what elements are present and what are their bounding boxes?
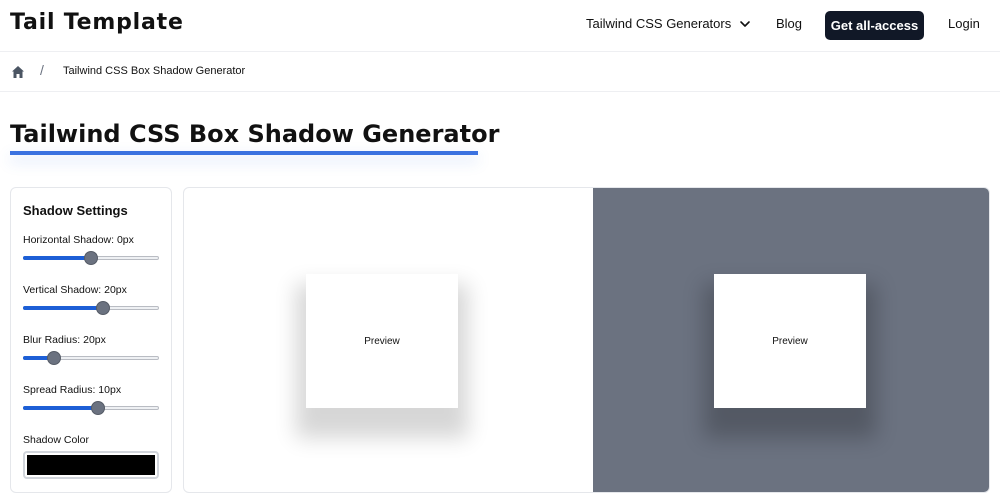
spread-radius-slider[interactable]	[23, 401, 159, 415]
blur-radius-slider[interactable]	[23, 351, 159, 365]
nav-generators-dropdown[interactable]: Tailwind CSS Generators	[586, 16, 751, 31]
preview-area: Preview Preview	[183, 187, 990, 493]
slider-thumb[interactable]	[96, 301, 111, 315]
page-title: Tailwind CSS Box Shadow Generator	[10, 120, 500, 148]
home-icon[interactable]	[11, 65, 25, 79]
vertical-shadow-label: Vertical Shadow: 20px	[23, 284, 127, 296]
shadow-color-label: Shadow Color	[23, 434, 89, 446]
login-link[interactable]: Login	[948, 16, 980, 31]
breadcrumb-separator: /	[40, 62, 44, 78]
site-logo[interactable]: Tail Template	[10, 10, 184, 35]
nav-blog-link[interactable]: Blog	[776, 16, 802, 31]
vertical-shadow-slider[interactable]	[23, 301, 159, 315]
get-all-access-button[interactable]: Get all-access	[825, 11, 924, 40]
shadow-color-picker[interactable]	[23, 451, 159, 479]
slider-fill	[23, 256, 91, 260]
slider-thumb[interactable]	[47, 351, 62, 365]
chevron-down-icon	[740, 20, 751, 27]
preview-box-light: Preview	[306, 274, 458, 408]
preview-dark-panel: Preview	[593, 188, 989, 492]
spread-radius-label: Spread Radius: 10px	[23, 384, 122, 396]
horizontal-shadow-slider[interactable]	[23, 251, 159, 265]
title-underline	[10, 151, 478, 155]
preview-box-dark: Preview	[714, 274, 866, 408]
nav-generators-label: Tailwind CSS Generators	[586, 16, 732, 31]
horizontal-shadow-label: Horizontal Shadow: 0px	[23, 234, 134, 246]
slider-thumb[interactable]	[84, 251, 98, 265]
slider-fill	[23, 306, 104, 310]
slider-thumb[interactable]	[90, 401, 105, 415]
breadcrumb-current: Tailwind CSS Box Shadow Generator	[63, 65, 246, 77]
shadow-color-swatch	[27, 455, 155, 475]
settings-title: Shadow Settings	[23, 203, 128, 218]
slider-fill	[23, 406, 98, 410]
blur-radius-label: Blur Radius: 20px	[23, 334, 106, 346]
